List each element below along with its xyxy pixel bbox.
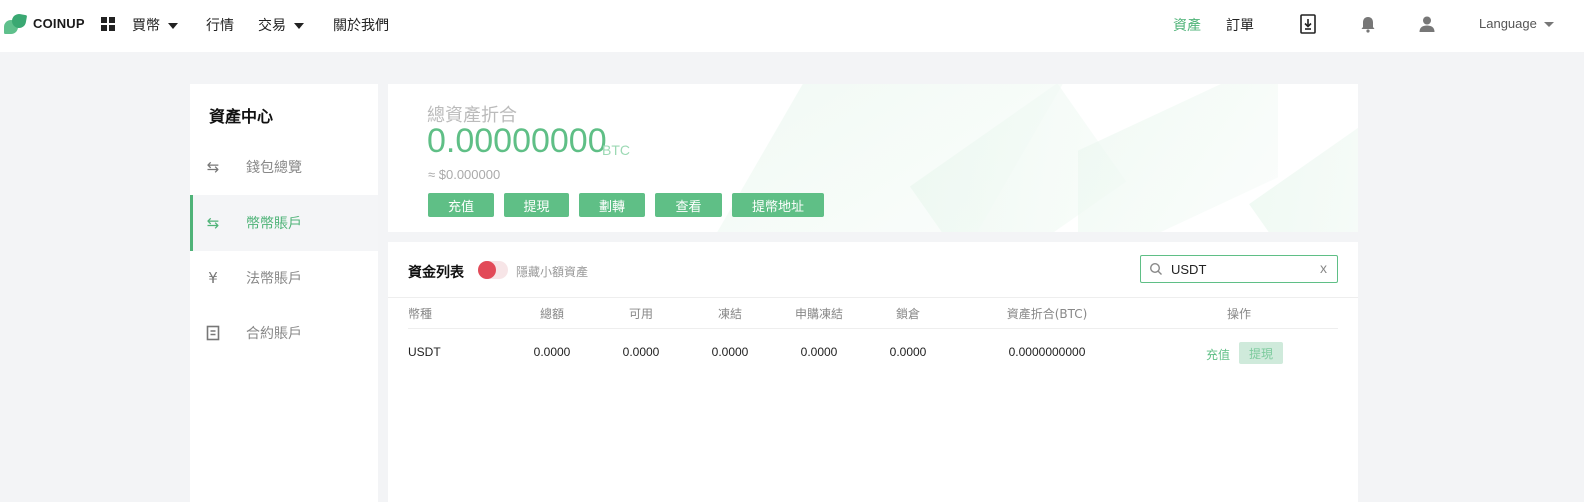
total-assets-card: 總資產折合 0.00000000 BTC ≈ $0.000000 充值 提現 劃… bbox=[388, 84, 1358, 232]
column-header-locked: 鎖倉 bbox=[895, 307, 921, 321]
view-button[interactable]: 查看 bbox=[655, 193, 722, 217]
brand-logo[interactable]: COINUP bbox=[4, 12, 85, 34]
nav-trade[interactable]: 交易 bbox=[258, 15, 304, 35]
sidebar-item-label: 法幣賬戶 bbox=[246, 271, 302, 287]
asset-list-panel: 資金列表 隱藏小額資產 x 幣種 總額 可用 凍結 申購凍結 鎖倉 資產折合(B… bbox=[388, 242, 1358, 502]
row-deposit-link[interactable]: 充值 bbox=[1206, 346, 1230, 363]
sidebar-item-label: 合約賬戶 bbox=[246, 326, 302, 342]
divider bbox=[408, 328, 1338, 329]
language-label: Language bbox=[1479, 16, 1537, 31]
coinup-logo-icon bbox=[4, 12, 28, 34]
exchange-arrows-icon: ⇆ bbox=[206, 158, 220, 176]
top-header: COINUP 買幣 行情 交易 關於我們 資產 訂單 Language bbox=[0, 0, 1584, 52]
chevron-down-icon bbox=[168, 23, 178, 29]
row-withdraw-button[interactable]: 提現 bbox=[1239, 342, 1283, 364]
sidebar-item-spot-account[interactable]: ⇆ 幣幣賬戶 bbox=[190, 195, 378, 251]
yen-icon: ¥ bbox=[208, 269, 218, 287]
cell-available: 0.0000 bbox=[622, 345, 660, 359]
cell-locked: 0.0000 bbox=[889, 345, 927, 359]
transfer-button[interactable]: 劃轉 bbox=[579, 193, 645, 217]
hide-small-assets-toggle[interactable] bbox=[478, 261, 508, 279]
deposit-button[interactable]: 充值 bbox=[428, 193, 494, 217]
withdraw-button[interactable]: 提現 bbox=[504, 193, 569, 217]
chevron-down-icon bbox=[1543, 22, 1554, 27]
language-selector[interactable]: Language bbox=[1479, 16, 1554, 31]
clear-search-button[interactable]: x bbox=[1320, 260, 1327, 276]
cell-btc-value: 0.0000000000 bbox=[1008, 345, 1086, 359]
total-assets-unit: BTC bbox=[602, 142, 630, 158]
sidebar-item-wallet-overview[interactable]: ⇆ 錢包總覽 bbox=[190, 139, 378, 195]
cell-purchase-frozen: 0.0000 bbox=[800, 345, 838, 359]
apps-grid-icon[interactable] bbox=[101, 17, 115, 31]
nav-about[interactable]: 關於我們 bbox=[333, 15, 389, 35]
nav-about-label: 關於我們 bbox=[333, 18, 389, 34]
user-icon[interactable] bbox=[1418, 14, 1436, 34]
divider bbox=[388, 297, 1358, 298]
background-decoration bbox=[1078, 84, 1278, 232]
cell-total: 0.0000 bbox=[533, 345, 571, 359]
column-header-action: 操作 bbox=[1226, 307, 1252, 321]
document-icon bbox=[204, 324, 222, 342]
hide-small-assets-label: 隱藏小額資產 bbox=[516, 265, 589, 279]
cell-coin: USDT bbox=[408, 345, 441, 359]
sidebar-item-fiat-account[interactable]: ¥ 法幣賬戶 bbox=[190, 250, 378, 306]
coin-search-box: x bbox=[1140, 255, 1338, 283]
withdraw-address-button[interactable]: 提幣地址 bbox=[732, 193, 824, 217]
sidebar-item-contract-account[interactable]: 合約賬戶 bbox=[190, 305, 378, 361]
nav-market-label: 行情 bbox=[206, 18, 234, 34]
cell-frozen: 0.0000 bbox=[711, 345, 749, 359]
download-icon[interactable] bbox=[1299, 14, 1317, 34]
nav-buy-coin[interactable]: 買幣 bbox=[132, 15, 178, 35]
column-header-frozen: 凍結 bbox=[717, 307, 743, 321]
sidebar-title: 資產中心 bbox=[209, 107, 274, 126]
nav-trade-label: 交易 bbox=[258, 18, 286, 34]
asset-center-sidebar: 資產中心 ⇆ 錢包總覽 ⇆ 幣幣賬戶 ¥ 法幣賬戶 合約賬戶 bbox=[190, 84, 378, 502]
total-assets-value: 0.00000000 bbox=[427, 122, 607, 160]
bell-icon[interactable] bbox=[1359, 14, 1377, 34]
column-header-available: 可用 bbox=[628, 307, 654, 321]
sidebar-item-label: 錢包總覽 bbox=[246, 160, 302, 176]
coin-search-input[interactable] bbox=[1171, 259, 1311, 279]
toggle-knob bbox=[478, 261, 496, 279]
column-header-coin: 幣種 bbox=[408, 307, 433, 321]
brand-name: COINUP bbox=[33, 15, 85, 31]
nav-orders[interactable]: 訂單 bbox=[1226, 15, 1254, 35]
column-header-purchase-frozen: 申購凍結 bbox=[794, 307, 844, 321]
nav-buy-label: 買幣 bbox=[132, 18, 160, 34]
exchange-arrows-icon: ⇆ bbox=[206, 214, 220, 232]
nav-market[interactable]: 行情 bbox=[206, 15, 234, 35]
total-assets-usd: ≈ $0.000000 bbox=[428, 167, 501, 182]
chevron-down-icon bbox=[294, 23, 304, 29]
sidebar-item-label: 幣幣賬戶 bbox=[246, 216, 302, 232]
nav-assets[interactable]: 資產 bbox=[1173, 15, 1201, 35]
asset-list-title: 資金列表 bbox=[408, 265, 464, 281]
search-icon bbox=[1149, 262, 1162, 275]
column-header-btc-value: 資產折合(BTC) bbox=[1006, 307, 1088, 321]
column-header-total: 總額 bbox=[539, 307, 565, 321]
